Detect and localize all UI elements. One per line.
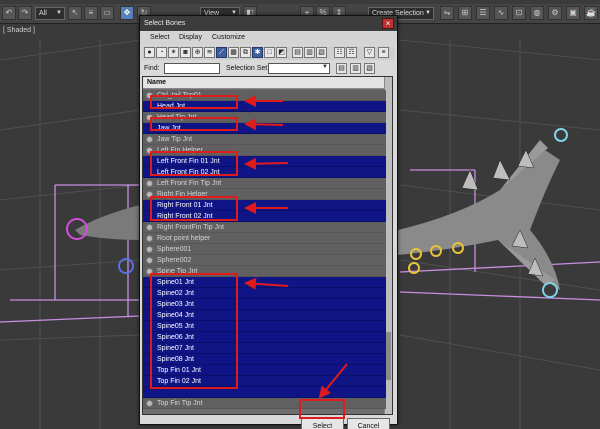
app-root: [ Shaded ] ↶ ↷ All ▼ ↖ ≡ ▭ ✥ ↻ View ▼ ◧ ⌖ … (0, 0, 600, 429)
annotation-arrows (244, 95, 348, 399)
